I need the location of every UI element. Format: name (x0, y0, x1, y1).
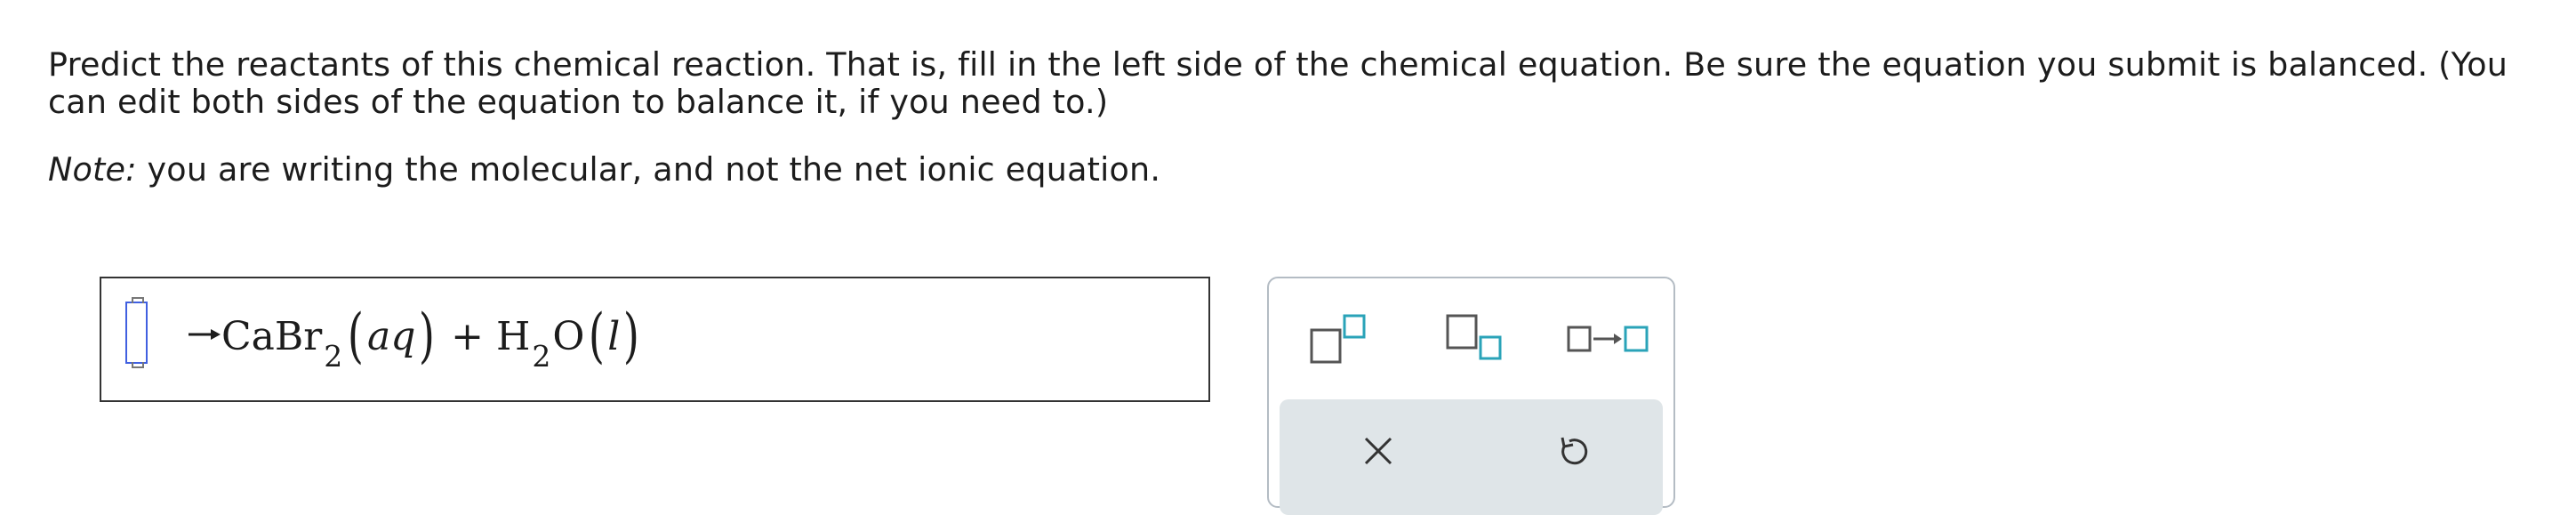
product-water-open-paren: ( (588, 302, 605, 370)
product-cabr-state: aq (367, 313, 416, 359)
plus-sign: + (451, 313, 485, 359)
reaction-arrow-icon[interactable] (1565, 321, 1654, 357)
product-cabr-symbol: CaBr (221, 313, 323, 359)
product-water-close-paren: ) (623, 302, 640, 370)
product-cabr-subscript: 2 (324, 338, 343, 374)
note-text: you are writing the molecular, and not t… (136, 150, 1161, 189)
close-icon[interactable] (1362, 435, 1394, 467)
reactant-input-slot[interactable] (125, 297, 148, 368)
product-cabr-close-paren: ) (419, 302, 436, 370)
equation-editor[interactable]: CaBr 2(aq) + H 2 O(l) (100, 277, 1210, 402)
subscript-icon[interactable] (1445, 312, 1507, 366)
note-label: Note: (48, 150, 137, 189)
palette-action-bar (1280, 399, 1663, 515)
product-water-o: O (552, 313, 585, 359)
product-water-state: l (607, 313, 621, 359)
product-water-subscript: 2 (532, 338, 551, 374)
question-prompt: Predict the reactants of this chemical r… (48, 45, 2508, 121)
product-water-h: H (496, 313, 531, 359)
product-cabr-open-paren: ( (348, 302, 365, 370)
formula-palette (1267, 277, 1675, 515)
undo-icon[interactable] (1556, 434, 1590, 468)
superscript-icon[interactable] (1309, 312, 1371, 366)
product-formula[interactable]: CaBr 2(aq) + H 2 O(l) (221, 296, 643, 376)
question-note: Note: you are writing the molecular, and… (48, 151, 1160, 189)
reaction-arrow (189, 329, 221, 340)
